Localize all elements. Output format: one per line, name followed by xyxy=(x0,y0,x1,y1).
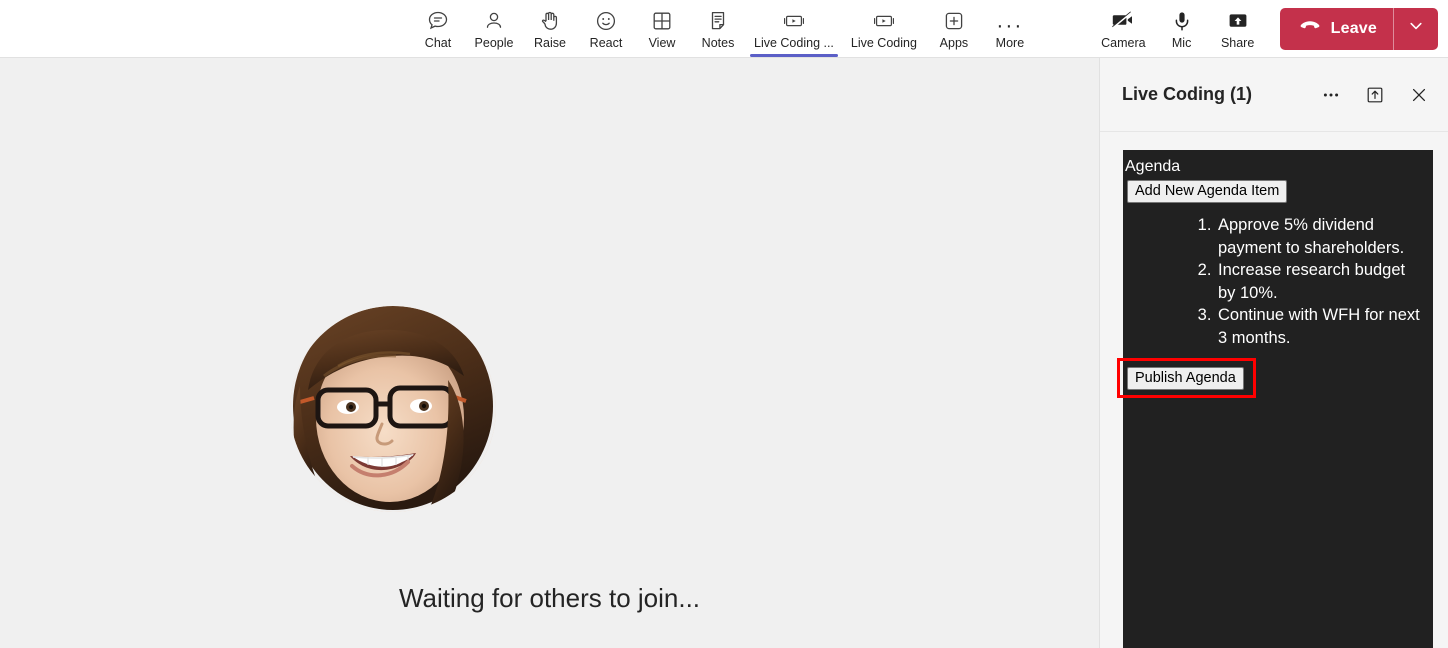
toolbar-button-view[interactable]: View xyxy=(634,0,690,57)
toolbar-button-camera[interactable]: Camera xyxy=(1093,0,1153,57)
plus-square-icon xyxy=(942,7,966,33)
toolbar-label-people: People xyxy=(474,35,514,50)
toolbar-button-apps[interactable]: Apps xyxy=(926,0,982,57)
close-icon[interactable] xyxy=(1406,82,1432,108)
live-coding-app-icon xyxy=(872,7,896,33)
toolbar-button-raise[interactable]: Raise xyxy=(522,0,578,57)
add-agenda-item-button[interactable]: Add New Agenda Item xyxy=(1127,180,1288,203)
share-up-arrow-icon xyxy=(1226,7,1250,33)
chevron-down-icon xyxy=(1407,17,1425,40)
toolbar-button-chat[interactable]: Chat xyxy=(410,0,466,57)
toolbar-label-apps: Apps xyxy=(939,35,969,50)
toolbar-label-live-coding-active: Live Coding ... xyxy=(754,35,834,50)
meeting-toolbar: Chat People Raise React View Notes Live … xyxy=(0,0,1448,58)
camera-off-icon xyxy=(1110,7,1136,33)
toolbar-button-react[interactable]: React xyxy=(578,0,634,57)
toolbar-right-group: Camera Mic Share Leave xyxy=(1093,0,1438,57)
toolbar-button-people[interactable]: People xyxy=(466,0,522,57)
more-ellipsis-icon: ··· xyxy=(996,13,1024,37)
people-icon xyxy=(482,7,506,33)
toolbar-label-more: More xyxy=(995,35,1025,50)
leave-button[interactable]: Leave xyxy=(1279,7,1438,50)
agenda-item-list: Approve 5% dividend payment to sharehold… xyxy=(1123,214,1427,350)
toolbar-button-more[interactable]: ··· More xyxy=(982,0,1038,57)
list-item: Continue with WFH for next 3 months. xyxy=(1216,304,1427,349)
live-coding-app-frame: Agenda Add New Agenda Item Approve 5% di… xyxy=(1123,150,1433,648)
live-coding-side-panel: Live Coding (1) Agenda Add New Agenda It… xyxy=(1099,58,1448,648)
toolbar-button-share[interactable]: Share xyxy=(1210,0,1266,57)
publish-agenda-button-wrap: Publish Agenda xyxy=(1127,367,1244,390)
meeting-window: Chat People Raise React View Notes Live … xyxy=(0,0,1448,648)
agenda-heading: Agenda xyxy=(1125,158,1181,175)
list-item: Increase research budget by 10%. xyxy=(1216,259,1427,304)
toolbar-label-share: Share xyxy=(1220,35,1255,50)
waiting-status-text: Waiting for others to join... xyxy=(398,583,701,613)
toolbar-label-notes: Notes xyxy=(701,35,735,50)
live-coding-app-icon xyxy=(782,7,806,33)
raise-hand-icon xyxy=(538,7,562,33)
popout-icon[interactable] xyxy=(1362,82,1388,108)
toolbar-label-mic: Mic xyxy=(1171,35,1192,50)
view-grid-icon xyxy=(650,7,674,33)
toolbar-label-raise: Raise xyxy=(534,35,566,50)
toolbar-label-react: React xyxy=(589,35,623,50)
leave-button-label: Leave xyxy=(1330,19,1377,37)
list-item: Approve 5% dividend payment to sharehold… xyxy=(1216,214,1427,259)
more-options-icon[interactable] xyxy=(1318,82,1344,108)
toolbar-button-mic[interactable]: Mic xyxy=(1154,0,1210,57)
participant-avatar xyxy=(290,306,496,512)
publish-agenda-button[interactable]: Publish Agenda xyxy=(1127,367,1244,390)
side-panel-header: Live Coding (1) xyxy=(1100,58,1448,132)
toolbar-tab-live-coding-active[interactable]: Live Coding ... xyxy=(746,0,842,57)
toolbar-center-group: Chat People Raise React View Notes Live … xyxy=(410,0,1038,57)
toolbar-button-notes[interactable]: Notes xyxy=(690,0,746,57)
toolbar-label-live-coding: Live Coding xyxy=(850,35,917,50)
toolbar-label-view: View xyxy=(648,35,676,50)
active-tab-underline xyxy=(750,54,838,57)
chat-icon xyxy=(426,7,450,33)
toolbar-label-camera: Camera xyxy=(1101,35,1146,50)
leave-dropdown-button[interactable] xyxy=(1394,8,1438,50)
microphone-icon xyxy=(1170,7,1194,33)
notes-icon xyxy=(706,7,730,33)
leave-button-main[interactable]: Leave xyxy=(1280,8,1393,50)
side-panel-title: Live Coding (1) xyxy=(1122,84,1252,104)
react-smiley-icon xyxy=(594,7,618,33)
side-panel-actions xyxy=(1318,82,1432,108)
hangup-phone-icon xyxy=(1298,17,1322,40)
toolbar-label-chat: Chat xyxy=(424,35,452,50)
meeting-stage: Waiting for others to join... xyxy=(0,58,1099,648)
toolbar-tab-live-coding[interactable]: Live Coding xyxy=(842,0,926,57)
add-agenda-item-button-wrap: Add New Agenda Item xyxy=(1127,180,1288,203)
